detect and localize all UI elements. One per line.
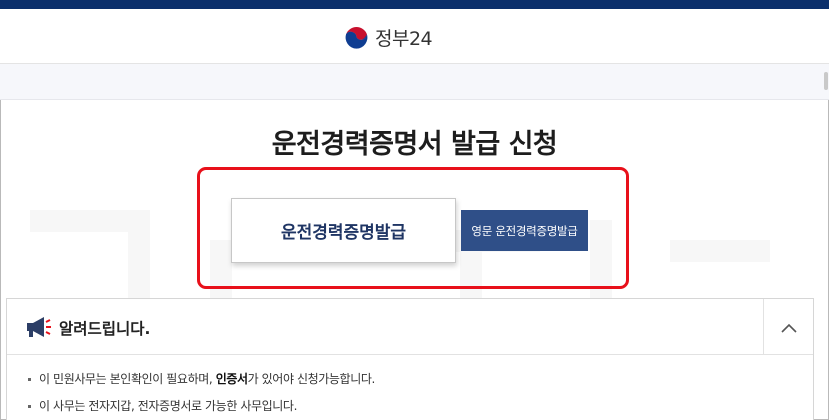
scrollbar-thumb[interactable]: [824, 72, 828, 90]
issue-english-certificate-button[interactable]: 영문 운전경력증명발급: [461, 210, 588, 251]
megaphone-icon: [24, 315, 52, 339]
page-title: 운전경력증명서 발급 신청: [271, 129, 558, 160]
notice-header: 알려드립니다.: [7, 299, 813, 355]
notice-panel: 알려드립니다. 이 민원사무는 본인확인이 필요하며, 인증서가 있어야 신청가…: [6, 298, 814, 420]
top-accent-bar: [0, 0, 829, 9]
notice-item: 이 사무는 전자지갑, 전자증명서로 가능한 사무입니다.: [27, 396, 375, 420]
chevron-up-icon: [780, 318, 797, 337]
navigation-bar: [0, 64, 829, 100]
site-logo[interactable]: 정부24: [344, 23, 433, 51]
site-header: 정부24: [0, 9, 829, 64]
notice-title: 알려드립니다.: [59, 320, 151, 338]
notice-list: 이 민원사무는 본인확인이 필요하며, 인증서가 있어야 신청가능합니다. 이 …: [27, 369, 375, 420]
logo-text: 정부24: [375, 27, 433, 50]
notice-item: 이 민원사무는 본인확인이 필요하며, 인증서가 있어야 신청가능합니다.: [27, 369, 375, 396]
taegeuk-emblem-icon: [344, 25, 369, 50]
notice-collapse-button[interactable]: [763, 299, 813, 355]
issue-certificate-button[interactable]: 운전경력증명발급: [231, 198, 456, 263]
